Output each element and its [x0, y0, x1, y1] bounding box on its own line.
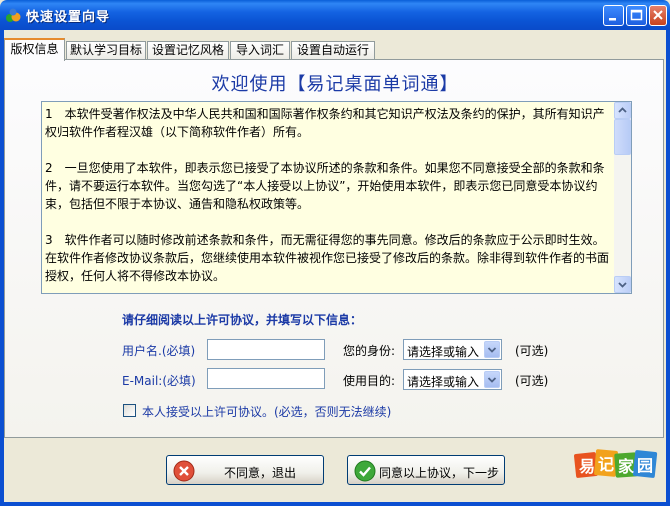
email-input[interactable]	[207, 368, 325, 389]
purpose-select-value: 请选择或输入	[407, 375, 480, 389]
scroll-thumb[interactable]	[614, 119, 631, 155]
identity-select-value: 请选择或输入	[407, 345, 480, 359]
svg-text:易: 易	[579, 457, 595, 476]
identity-label: 您的身份:	[343, 344, 396, 358]
chevron-down-icon	[487, 347, 497, 353]
tab-default-learning-goal[interactable]: 默认学习目标	[66, 41, 146, 60]
license-content: 1 本软件受著作权法及中华人民共和国和国际著作权条约和其它知识产权法及条约的保护…	[45, 105, 610, 293]
minimize-icon	[609, 18, 616, 21]
window-border-right	[666, 30, 670, 506]
email-label: E-Mail:(必填)	[122, 374, 196, 388]
svg-text:园: 园	[637, 456, 653, 475]
username-label: 用户名.(必填)	[122, 344, 196, 358]
decline-exit-button[interactable]: 不同意，退出	[166, 455, 324, 485]
form-instruction: 请仔细阅读以上许可协议，并填写以下信息：	[122, 313, 363, 327]
checkmark-icon	[354, 460, 376, 482]
app-icon	[6, 8, 21, 22]
identity-optional-note: (可选)	[515, 344, 549, 358]
identity-dropdown-button[interactable]	[484, 341, 500, 358]
chevron-up-icon	[618, 107, 627, 113]
welcome-heading: 欢迎使用【易记桌面单词通】	[211, 74, 459, 95]
license-paragraph-2: 2 一旦您使用了本软件，即表示您已接受了本协议所述的条款和条件。如果您不同意接受…	[45, 161, 605, 211]
decline-button-label: 不同意，退出	[224, 466, 297, 480]
minimize-button[interactable]	[603, 5, 624, 26]
vertical-scrollbar[interactable]	[614, 102, 631, 293]
chevron-down-icon	[618, 282, 627, 288]
maximize-button[interactable]	[626, 5, 647, 26]
yiji-home-logo: 易 记 家 园	[574, 449, 658, 478]
title-bar[interactable]: 快速设置向导	[0, 0, 670, 30]
scroll-up-button[interactable]	[614, 102, 631, 119]
tab-auto-run[interactable]: 设置自动运行	[291, 41, 375, 60]
username-input[interactable]	[207, 339, 325, 360]
close-icon	[653, 10, 663, 20]
license-paragraph-1: 1 本软件受著作权法及中华人民共和国和国际著作权条约和其它知识产权法及条约的保护…	[45, 107, 605, 139]
tab-memory-style[interactable]: 设置记忆风格	[147, 41, 229, 60]
maximize-icon	[630, 9, 643, 21]
identity-select[interactable]: 请选择或输入	[403, 339, 502, 360]
chevron-down-icon	[487, 377, 497, 383]
scroll-down-button[interactable]	[614, 276, 631, 293]
agree-button-label: 同意以上协议，下一步	[379, 466, 500, 480]
agree-next-button[interactable]: 同意以上协议，下一步	[347, 455, 505, 485]
close-button[interactable]	[649, 5, 667, 26]
accept-checkbox[interactable]	[123, 404, 136, 417]
accept-label[interactable]: 本人接受以上许可协议。(必选，否则无法继续)	[142, 403, 391, 420]
window-border-bottom	[0, 502, 670, 506]
license-textbox[interactable]: 1 本软件受著作权法及中华人民共和国和国际著作权条约和其它知识产权法及条约的保护…	[41, 101, 632, 294]
window-title: 快速设置向导	[26, 10, 111, 25]
svg-text:家: 家	[618, 457, 635, 476]
purpose-select[interactable]: 请选择或输入	[403, 369, 502, 390]
purpose-label: 使用目的:	[343, 374, 396, 388]
svg-text:记: 记	[598, 455, 614, 474]
purpose-dropdown-button[interactable]	[484, 371, 500, 388]
cancel-icon	[173, 460, 195, 482]
license-paragraph-3: 3 软件作者可以随时修改前述条款和条件，而无需征得您的事先同意。修改后的条款应于…	[45, 233, 610, 283]
purpose-optional-note: (可选)	[515, 374, 549, 388]
tab-import-vocabulary[interactable]: 导入词汇	[230, 41, 290, 60]
tab-copyright-info[interactable]: 版权信息	[4, 38, 65, 61]
